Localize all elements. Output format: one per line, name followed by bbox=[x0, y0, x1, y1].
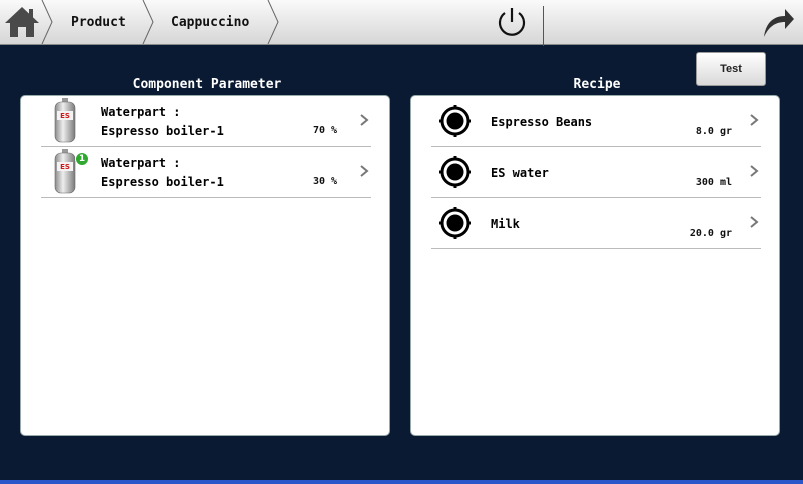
component-parameter-panel: ES Waterpart : Espresso boiler-1 70 % ES… bbox=[20, 95, 390, 436]
recipe-panel: Espresso Beans 8.0 gr ES water 300 ml Mi… bbox=[410, 95, 780, 436]
svg-text:ES: ES bbox=[60, 163, 70, 171]
back-arrow-icon[interactable] bbox=[760, 5, 796, 39]
breadcrumb-separator bbox=[267, 0, 279, 44]
component-item-name: Espresso boiler-1 bbox=[101, 175, 224, 189]
recipe-item-name: Milk bbox=[491, 217, 520, 231]
chevron-right-icon bbox=[750, 165, 759, 177]
test-button[interactable]: Test bbox=[696, 52, 766, 86]
recipe-item-value: 8.0 gr bbox=[695, 126, 732, 137]
breadcrumb-separator bbox=[142, 0, 154, 44]
home-icon bbox=[5, 7, 39, 37]
component-item[interactable]: ES Waterpart : Espresso boiler-1 70 % bbox=[41, 96, 371, 147]
top-toolbar: Product Cappuccino bbox=[0, 0, 803, 46]
breadcrumb-separator bbox=[41, 0, 53, 44]
recipe-item[interactable]: ES water 300 ml bbox=[431, 147, 761, 198]
chevron-right-icon bbox=[360, 114, 369, 126]
home-button[interactable] bbox=[0, 0, 44, 44]
component-item-title: Waterpart : bbox=[101, 105, 181, 119]
recipe-item-value: 300 ml bbox=[695, 177, 732, 188]
chevron-right-icon bbox=[750, 114, 759, 126]
breadcrumb-product[interactable]: Product bbox=[71, 0, 126, 44]
recipe-item-name: ES water bbox=[491, 166, 549, 180]
toolbar-divider bbox=[543, 6, 544, 46]
boiler-cylinder-icon: ES bbox=[54, 98, 76, 143]
component-item-name: Espresso boiler-1 bbox=[101, 124, 224, 138]
recipe-item[interactable]: Milk 20.0 gr bbox=[431, 198, 761, 249]
component-parameter-title: Component Parameter bbox=[132, 77, 282, 92]
recipe-item-value: 20.0 gr bbox=[689, 228, 732, 239]
recipe-item[interactable]: Espresso Beans 8.0 gr bbox=[431, 96, 761, 147]
notification-badge: 1 bbox=[75, 152, 89, 166]
component-item-value: 70 % bbox=[313, 125, 338, 136]
chevron-right-icon bbox=[360, 165, 369, 177]
power-icon[interactable] bbox=[494, 4, 530, 40]
bottom-border bbox=[0, 480, 803, 484]
component-item-value: 30 % bbox=[313, 176, 338, 187]
ingredient-circle-icon bbox=[439, 156, 471, 188]
component-item[interactable]: ES 1 Waterpart : Espresso boiler-1 30 % bbox=[41, 147, 371, 198]
breadcrumb-cappuccino[interactable]: Cappuccino bbox=[171, 0, 249, 44]
ingredient-circle-icon bbox=[439, 105, 471, 137]
ingredient-circle-icon bbox=[439, 207, 471, 239]
svg-text:ES: ES bbox=[60, 112, 70, 120]
chevron-right-icon bbox=[750, 216, 759, 228]
recipe-item-name: Espresso Beans bbox=[491, 115, 593, 129]
component-item-title: Waterpart : bbox=[101, 156, 181, 170]
